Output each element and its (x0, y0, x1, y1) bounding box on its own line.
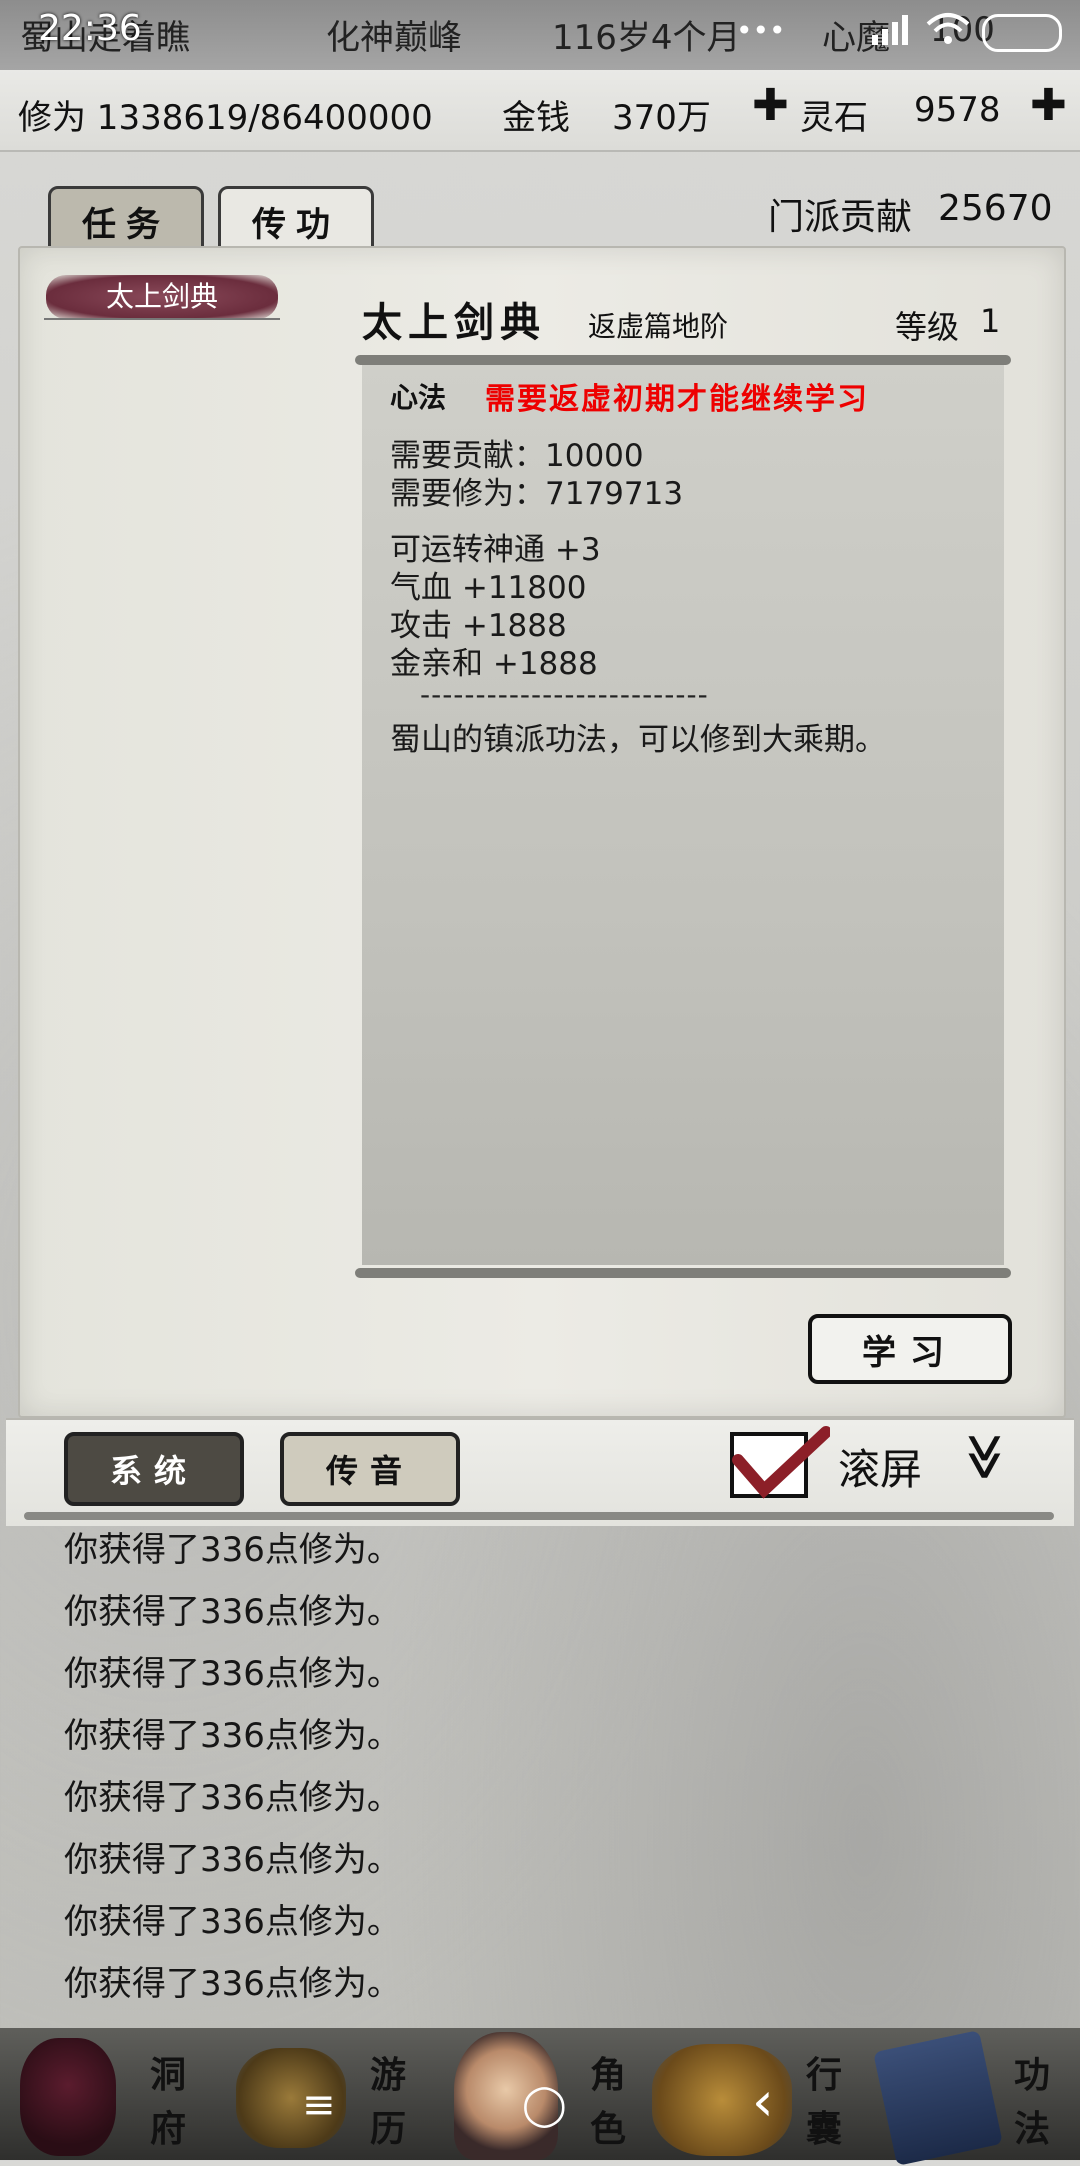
nav-youli-label-2: 历 (370, 2108, 407, 2150)
add-lingshi-icon[interactable]: ✚ (752, 80, 789, 131)
wifi-icon (926, 12, 970, 54)
stat-divider: -------------------------- (420, 678, 709, 711)
nav-juese-label-1: 角 (590, 2054, 627, 2096)
chat-message: 你获得了336点修为。 (64, 1902, 401, 1942)
chat-message: 你获得了336点修为。 (64, 1840, 401, 1880)
skill-description: 蜀山的镇派功法，可以修到大乘期。 (390, 722, 886, 758)
scroll-rod-bottom (355, 1268, 1011, 1278)
home-icon[interactable]: ◯ (522, 2082, 567, 2128)
chat-divider (24, 1512, 1054, 1520)
contribution-label: 门派贡献 (768, 197, 913, 238)
status-icons (870, 12, 1062, 54)
scroll-rod-top (355, 355, 1011, 365)
chat-message: 你获得了336点修为。 (64, 1530, 401, 1570)
gongfa-book-icon (873, 2030, 1003, 2166)
nav-xingnang-label-2: 囊 (806, 2108, 843, 2150)
scroll-toggle-label: 滚屏 (838, 1445, 923, 1494)
chat-message: 你获得了336点修为。 (64, 1654, 401, 1694)
nav-xingnang-label-1: 行 (806, 2054, 843, 2096)
chat-log[interactable]: 你获得了336点修为。 你获得了336点修为。 你获得了336点修为。 你获得了… (64, 1526, 401, 2022)
dongfu-bag-icon (20, 2038, 116, 2156)
status-time: 22:36 (38, 8, 142, 49)
collapse-chevron-icon[interactable]: ≫ (959, 1433, 1013, 1481)
skill-title: 太上剑典 (362, 299, 546, 346)
nav-gongfa-label-2: 法 (1014, 2108, 1051, 2150)
nav-gongfa[interactable]: 功 法 (864, 2028, 1080, 2166)
money-label: 金钱 (502, 98, 570, 138)
nav-juese-label-2: 色 (590, 2108, 627, 2150)
learn-button[interactable]: 学习 (808, 1314, 1012, 1384)
sidebar-item-taishang-jiandian[interactable]: 太上剑典 (46, 275, 278, 319)
lingshi-label: 灵石 (800, 98, 868, 138)
xinfa-requirement: 需要返虚初期才能继续学习 (485, 382, 869, 417)
skill-subtitle: 返虚篇地阶 (588, 310, 729, 343)
battery-icon (982, 14, 1062, 52)
menu-icon[interactable]: ≡ (302, 2082, 336, 2128)
xiuwei-value: 修为 1338619/86400000 (18, 98, 433, 138)
stat-jinqinhe: 金亲和 +1888 (390, 646, 598, 682)
chat-message: 你获得了336点修为。 (64, 1716, 401, 1756)
tab-system[interactable]: 系统 (64, 1432, 244, 1506)
nav-dongfu-label-1: 洞 (150, 2054, 187, 2096)
nav-youli-label-1: 游 (370, 2054, 407, 2096)
skill-level-value: 1 (980, 302, 1001, 340)
checkmark-icon (730, 1426, 832, 1499)
scroll-checkbox[interactable] (730, 1426, 832, 1500)
nav-dongfu[interactable]: 洞 府 (0, 2028, 216, 2160)
chat-message: 你获得了336点修为。 (64, 1964, 401, 2004)
sidebar-underline (44, 318, 280, 320)
nav-dongfu-label-2: 府 (150, 2108, 187, 2150)
chat-message: 你获得了336点修为。 (64, 1592, 401, 1632)
need-xiuwei: 需要修为：7179713 (390, 476, 684, 512)
status-age: 116岁4个月 (552, 18, 741, 58)
add-resource-icon[interactable]: ✚ (1030, 80, 1067, 131)
signal-icon (870, 13, 914, 53)
skill-level-label: 等级 (895, 308, 960, 346)
status-dots: ••• (736, 14, 786, 47)
status-realm: 化神巅峰 (326, 18, 462, 58)
chat-message: 你获得了336点修为。 (64, 1778, 401, 1818)
xinfa-label: 心法 (390, 381, 447, 414)
lingshi-value: 9578 (914, 90, 1001, 130)
tab-chuanyin[interactable]: 传音 (280, 1432, 460, 1506)
contribution-value: 25670 (938, 188, 1053, 229)
money-value: 370万 (612, 98, 711, 138)
nav-gongfa-label-1: 功 (1014, 2054, 1051, 2096)
back-icon[interactable]: ‹ (752, 2070, 774, 2133)
